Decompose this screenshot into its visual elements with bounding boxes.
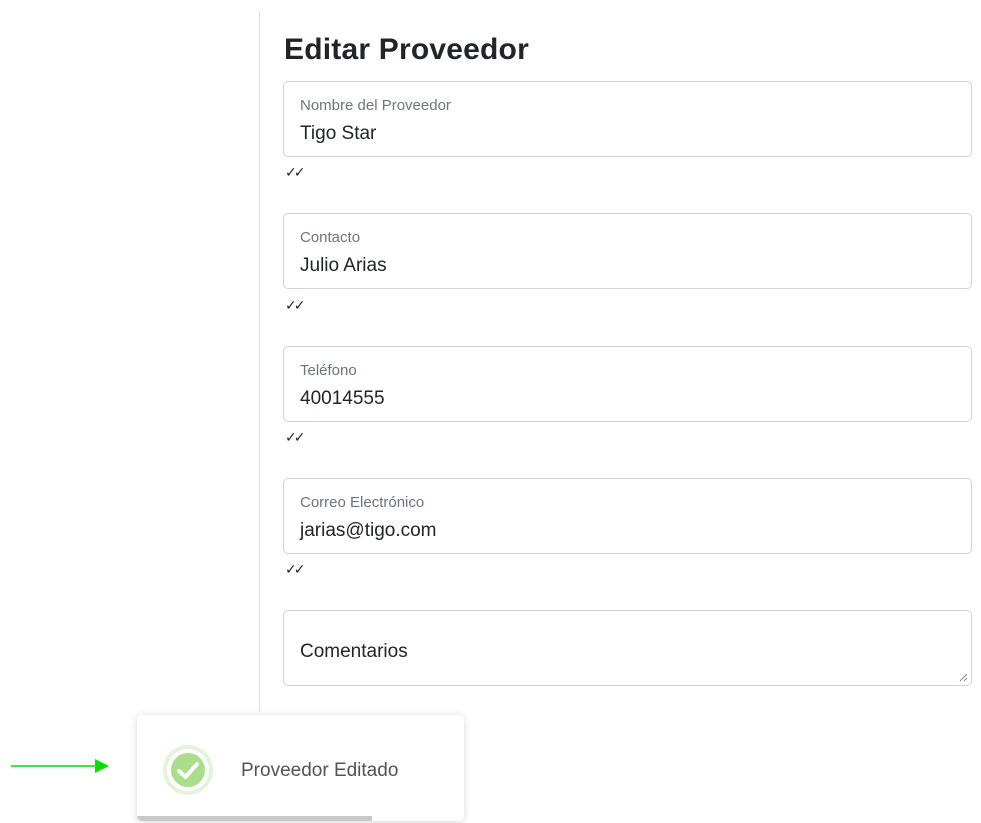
supplier-name-field[interactable]: Nombre del Proveedor Tigo Star [283, 81, 972, 157]
phone-value[interactable]: 40014555 [300, 388, 385, 410]
comments-textarea[interactable]: Comentarios [283, 610, 972, 686]
supplier-name-valid-icon: ✓✓ [285, 164, 306, 180]
contact-field[interactable]: Contacto Julio Arias [283, 213, 972, 289]
email-value[interactable]: jarias@tigo.com [300, 520, 437, 542]
phone-valid-icon: ✓✓ [285, 429, 306, 445]
edit-supplier-page: Editar Proveedor Nombre del Proveedor Ti… [0, 0, 981, 823]
success-toast: Proveedor Editado [137, 715, 464, 821]
comments-placeholder: Comentarios [300, 641, 408, 662]
page-title: Editar Proveedor [284, 33, 529, 66]
success-check-icon [163, 745, 213, 795]
contact-value[interactable]: Julio Arias [300, 255, 387, 277]
toast-message: Proveedor Editado [241, 760, 399, 781]
supplier-name-label: Nombre del Proveedor [300, 97, 451, 114]
toast-progress-bar [137, 816, 373, 821]
contact-valid-icon: ✓✓ [285, 297, 306, 313]
phone-label: Teléfono [300, 362, 357, 379]
annotation-arrow-icon [11, 759, 109, 773]
email-valid-icon: ✓✓ [285, 561, 306, 577]
sidebar-divider [259, 12, 260, 712]
resize-handle-icon[interactable] [958, 672, 968, 682]
email-label: Correo Electrónico [300, 494, 425, 511]
phone-field[interactable]: Teléfono 40014555 [283, 346, 972, 422]
supplier-name-value[interactable]: Tigo Star [300, 123, 376, 145]
contact-label: Contacto [300, 229, 361, 246]
email-field[interactable]: Correo Electrónico jarias@tigo.com [283, 478, 972, 554]
